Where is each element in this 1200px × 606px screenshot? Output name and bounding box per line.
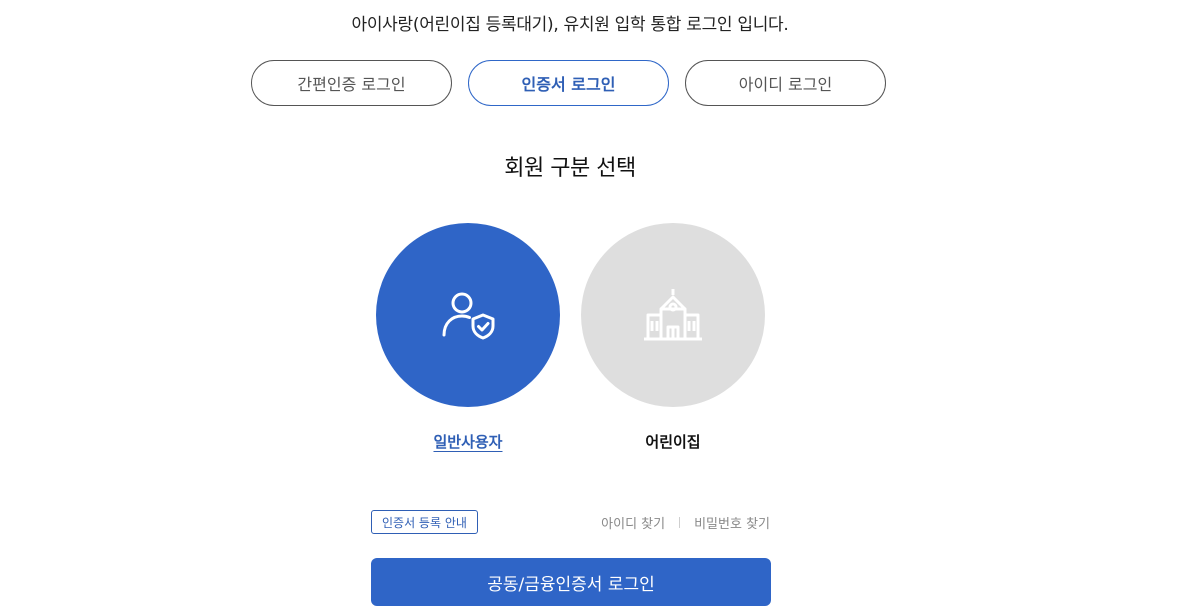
find-id-link[interactable]: 아이디 찾기 bbox=[601, 513, 665, 532]
find-account-links: 아이디 찾기 비밀번호 찾기 bbox=[601, 513, 770, 532]
daycare-label[interactable]: 어린이집 bbox=[645, 431, 700, 452]
general-user-circle[interactable] bbox=[376, 223, 560, 407]
link-divider bbox=[679, 517, 681, 528]
school-building-icon bbox=[644, 289, 702, 341]
tab-id-login[interactable]: 아이디 로그인 bbox=[685, 60, 886, 106]
login-method-tabs: 간편인증 로그인 인증서 로그인 아이디 로그인 bbox=[251, 60, 886, 106]
certificate-login-button[interactable]: 공동/금융인증서 로그인 bbox=[371, 558, 771, 606]
user-shield-icon bbox=[442, 292, 495, 340]
section-title: 회원 구분 선택 bbox=[504, 156, 636, 181]
certificate-registration-guide-button[interactable]: 인증서 등록 안내 bbox=[371, 510, 478, 534]
daycare-circle[interactable] bbox=[581, 223, 765, 407]
tab-certificate-login[interactable]: 인증서 로그인 bbox=[468, 60, 669, 106]
find-password-link[interactable]: 비밀번호 찾기 bbox=[694, 513, 770, 532]
intro-text: 아이사랑(어린이집 등록대기), 유치원 입학 통합 로그인 입니다. bbox=[351, 15, 789, 35]
member-type-daycare[interactable]: 어린이집 bbox=[581, 223, 765, 452]
general-user-label[interactable]: 일반사용자 bbox=[433, 431, 502, 452]
member-type-general-user[interactable]: 일반사용자 bbox=[376, 223, 560, 452]
tab-simple-auth-login[interactable]: 간편인증 로그인 bbox=[251, 60, 452, 106]
